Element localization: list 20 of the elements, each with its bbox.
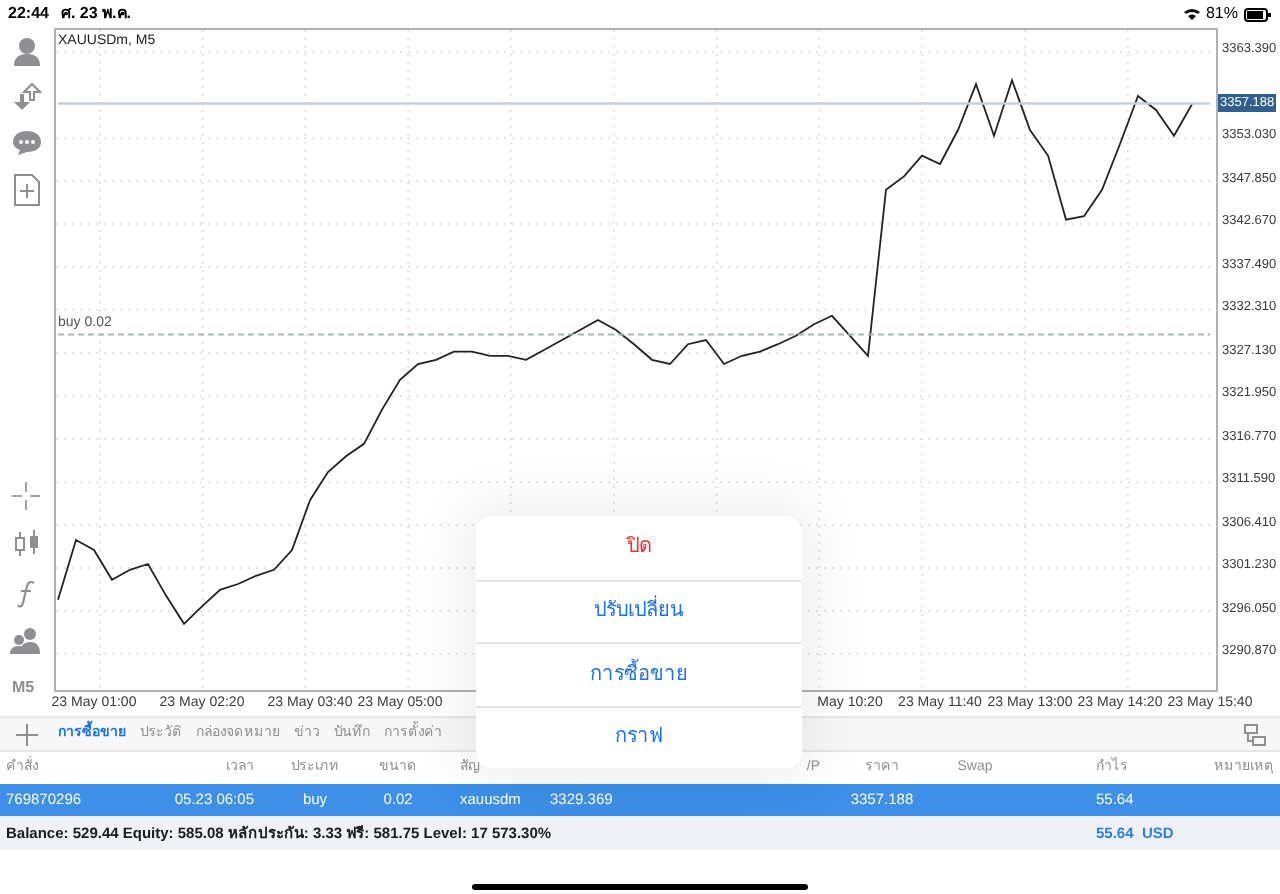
status-time: 22:44 <box>8 2 49 26</box>
function-icon[interactable] <box>16 580 36 608</box>
battery-percent: 81% <box>1205 2 1238 26</box>
status-date: ศ. 23 พ.ค. <box>60 2 131 26</box>
timeframe-button[interactable]: M5 <box>12 676 35 700</box>
layout-icon[interactable] <box>1244 723 1266 745</box>
menu-item[interactable]: การซื้อขาย <box>476 642 802 705</box>
menu-item[interactable]: ปรับเปลี่ยน <box>476 579 802 642</box>
transfer-arrows-icon[interactable] <box>12 82 42 112</box>
people-icon[interactable] <box>10 626 42 654</box>
account-icon[interactable] <box>12 36 42 68</box>
wifi-icon <box>1183 8 1200 20</box>
candlestick-icon[interactable] <box>14 530 40 558</box>
new-document-icon[interactable] <box>14 174 40 206</box>
chat-icon[interactable] <box>12 130 42 156</box>
add-icon[interactable] <box>16 723 38 745</box>
menu-item[interactable]: ปิด <box>476 516 802 579</box>
crosshair-icon[interactable] <box>12 482 40 510</box>
menu-item[interactable]: กราฟ <box>476 705 802 768</box>
battery-icon <box>1244 7 1272 21</box>
